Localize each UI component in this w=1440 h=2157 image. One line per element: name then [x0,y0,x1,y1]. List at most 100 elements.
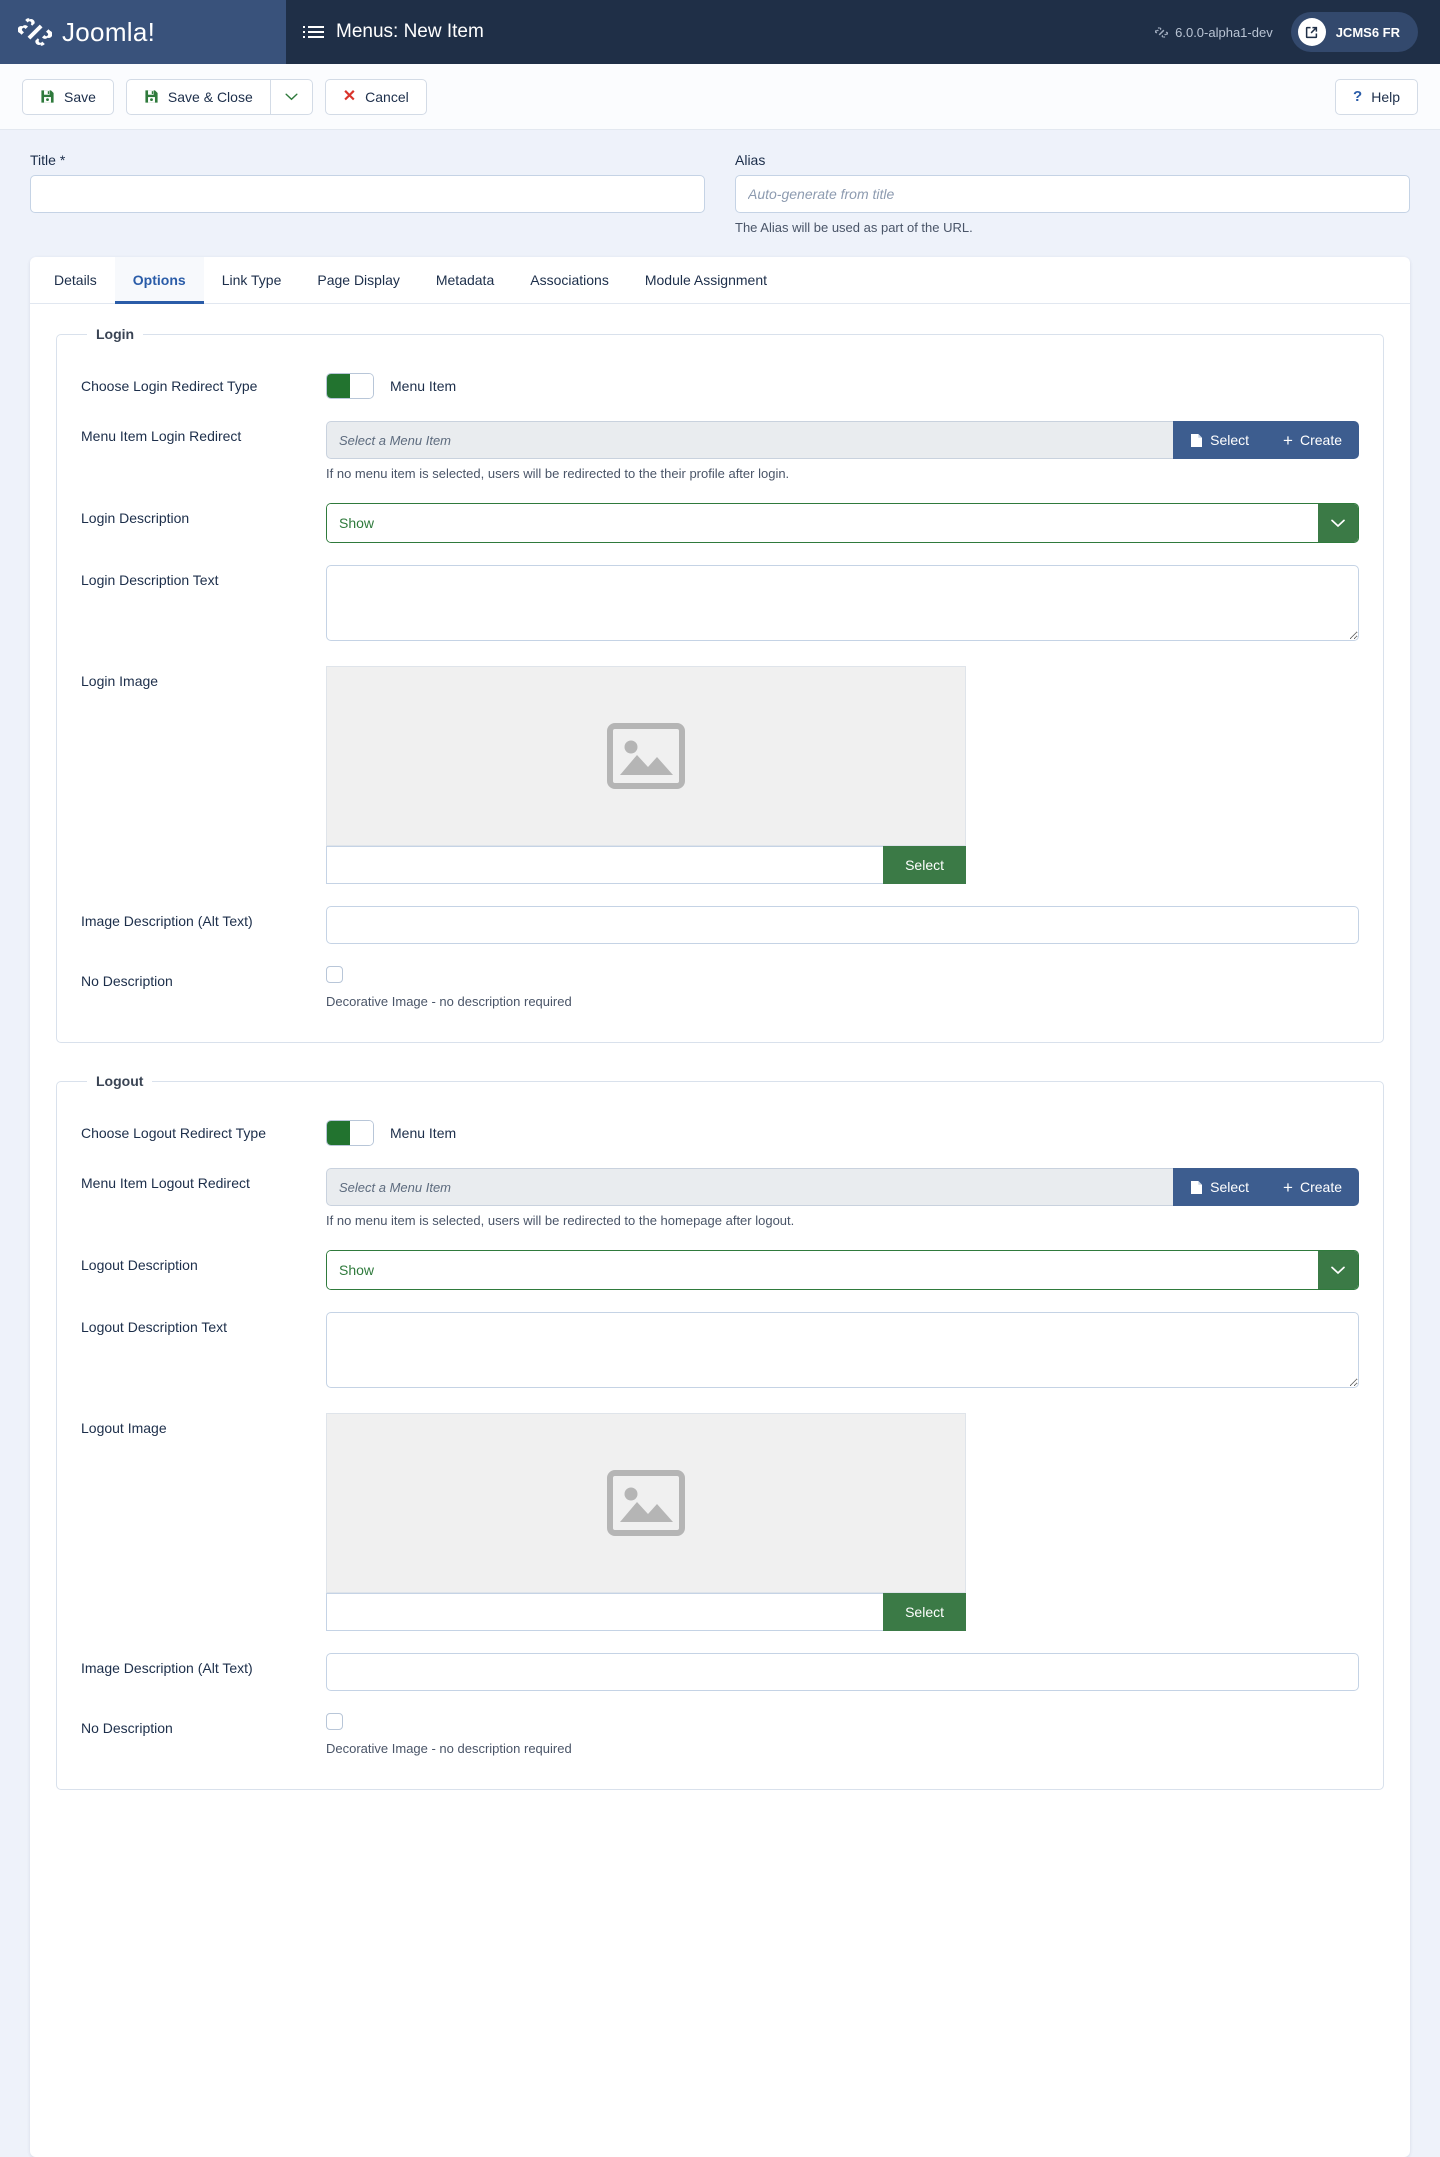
login-no-description-help: Decorative Image - no description requir… [326,994,572,1009]
login-redirect-select-button[interactable]: Select [1173,421,1267,459]
save-close-group: Save & Close [125,78,313,115]
logout-no-description-label: No Description [81,1720,173,1736]
logout-redirect-create-label: Create [1299,1179,1342,1195]
logout-redirect-help: If no menu item is selected, users will … [326,1213,795,1228]
title-alias-row: Title * Alias The Alias will be used as … [0,130,1440,243]
site-link-button[interactable]: JCMS6 FR [1290,12,1418,52]
plus-icon: + [1283,1177,1293,1197]
logout-description-select[interactable]: Show [326,1250,1359,1290]
logout-redirect-select-label: Select [1210,1179,1250,1195]
alias-input[interactable] [735,175,1410,213]
logout-redirect-input[interactable]: Select a Menu Item [326,1168,1174,1206]
logout-legend: Logout [96,1073,144,1089]
save-and-close-button[interactable]: Save & Close [125,78,271,115]
page-title: Menus: New Item [336,21,484,42]
logout-description-row: Logout Description Show [81,1239,1359,1301]
tab-metadata[interactable]: Metadata [418,257,512,304]
login-image-label: Login Image [81,673,159,689]
logout-no-description-help: Decorative Image - no description requir… [326,1741,572,1756]
logout-no-description-row: No Description Decorative Image - no des… [81,1702,1359,1767]
cancel-button-label: Cancel [365,88,409,105]
logout-redirect-row: Menu Item Logout Redirect Select a Menu … [81,1157,1359,1239]
login-description-select[interactable]: Show [326,503,1359,543]
tab-link-type[interactable]: Link Type [204,257,300,304]
alias-field-group: Alias The Alias will be used as part of … [735,152,1410,235]
close-x-icon: ✕ [342,87,357,105]
login-image-select-button[interactable]: Select [883,846,966,884]
image-placeholder-icon [607,723,685,789]
logout-description-label: Logout Description [81,1257,198,1273]
document-icon [1191,433,1203,447]
login-no-description-label: No Description [81,973,173,989]
alias-label: Alias [735,152,766,168]
save-options-dropdown-button[interactable] [270,78,313,115]
logout-no-description-checkbox[interactable] [326,1713,343,1730]
floppy-disk-icon [41,90,54,103]
login-fieldset: Login Choose Login Redirect Type Menu It… [56,326,1384,1043]
save-button-label: Save [64,88,96,105]
tab-details[interactable]: Details [36,257,115,304]
login-redirect-create-label: Create [1299,432,1342,448]
logout-alt-text-input[interactable] [326,1653,1359,1691]
top-header: Joomla! Menus: New Item 6.0.0-alpha1-dev [0,0,1440,64]
login-redirect-label: Menu Item Login Redirect [81,428,242,444]
logout-image-preview [326,1413,966,1593]
document-icon [1191,1180,1203,1194]
question-mark-icon: ? [1353,88,1363,105]
list-icon[interactable] [303,26,324,38]
login-redirect-row: Menu Item Login Redirect Select a Menu I… [81,410,1359,492]
alias-help-text: The Alias will be used as part of the UR… [735,220,973,235]
login-redirect-input[interactable]: Select a Menu Item [326,421,1174,459]
logout-description-value: Show [327,1251,1318,1289]
options-tab-panel: Login Choose Login Redirect Type Menu It… [30,304,1410,1790]
logout-redirect-type-label: Choose Logout Redirect Type [81,1125,266,1141]
tab-page-display[interactable]: Page Display [299,257,418,304]
login-redirect-type-toggle[interactable] [326,373,374,399]
login-image-row: Login Image Select [81,655,1359,895]
plus-icon: + [1283,430,1293,450]
save-button[interactable]: Save [22,78,114,115]
chevron-down-icon [1318,1251,1358,1289]
logout-fieldset: Logout Choose Logout Redirect Type Menu … [56,1073,1384,1790]
save-and-close-label: Save & Close [167,88,253,105]
cancel-button[interactable]: ✕ Cancel [324,78,427,115]
help-button[interactable]: ? Help [1335,78,1418,115]
login-description-text-label: Login Description Text [81,572,219,588]
site-name-label: JCMS6 FR [1335,24,1400,40]
login-description-text-row: Login Description Text [81,554,1359,655]
login-description-textarea[interactable] [326,565,1359,641]
logout-image-row: Logout Image Select [81,1402,1359,1642]
logout-description-textarea[interactable] [326,1312,1359,1388]
logout-image-select-button[interactable]: Select [883,1593,966,1631]
tab-module-assignment[interactable]: Module Assignment [627,257,785,304]
login-redirect-create-button[interactable]: + Create [1266,421,1359,459]
tab-associations[interactable]: Associations [512,257,627,304]
title-field-group: Title * [30,152,705,235]
login-redirect-help: If no menu item is selected, users will … [326,466,790,481]
logout-image-path-input[interactable] [326,1593,884,1631]
login-no-description-row: No Description Decorative Image - no des… [81,955,1359,1020]
logout-redirect-create-button[interactable]: + Create [1266,1168,1359,1206]
login-no-description-checkbox[interactable] [326,966,343,983]
version-indicator: 6.0.0-alpha1-dev [1155,25,1273,40]
logout-redirect-type-toggle[interactable] [326,1120,374,1146]
login-alt-text-input[interactable] [326,906,1359,944]
title-input[interactable] [30,175,705,213]
logout-redirect-select-button[interactable]: Select [1173,1168,1267,1206]
login-image-path-input[interactable] [326,846,884,884]
login-description-row: Login Description Show [81,492,1359,554]
brand-area[interactable]: Joomla! [0,0,286,64]
login-redirect-type-label: Choose Login Redirect Type [81,378,258,394]
login-legend: Login [96,326,135,342]
logout-redirect-type-row: Choose Logout Redirect Type Menu Item [81,1107,1359,1157]
login-alt-text-row: Image Description (Alt Text) [81,895,1359,955]
login-description-label: Login Description [81,510,190,526]
image-placeholder-icon [607,1470,685,1536]
login-redirect-type-value: Menu Item [390,378,457,394]
login-alt-text-label: Image Description (Alt Text) [81,913,253,929]
tab-options[interactable]: Options [114,257,204,304]
login-description-value: Show [327,504,1318,542]
logout-redirect-type-value: Menu Item [390,1125,457,1141]
joomla-logo-icon [18,18,52,46]
toolbar: Save Save & Close ✕ Cancel ? Help [0,64,1440,130]
